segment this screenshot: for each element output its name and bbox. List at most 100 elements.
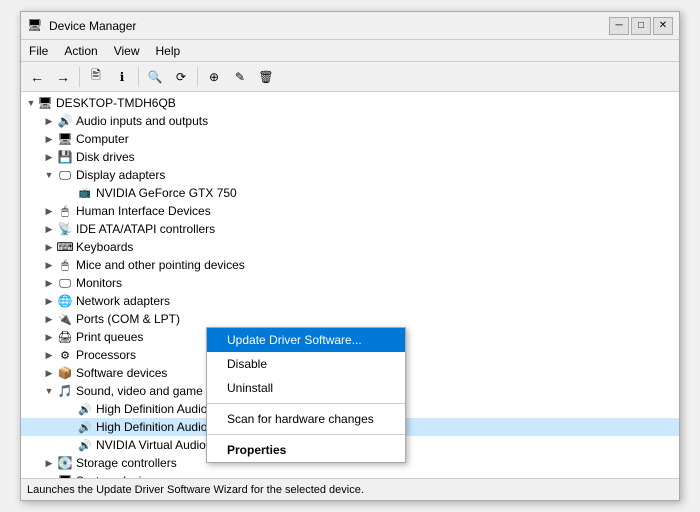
close-button[interactable]: ✕ [653, 17, 673, 35]
tree-item-ports[interactable]: ▶ 🔌 Ports (COM & LPT) [21, 310, 679, 328]
tree-item-monitors[interactable]: ▶ 🖵 Monitors [21, 274, 679, 292]
menu-view[interactable]: View [106, 42, 148, 59]
menu-file[interactable]: File [21, 42, 56, 59]
minimize-button[interactable]: ─ [609, 17, 629, 35]
toolbar-refresh[interactable]: ⟳ [169, 65, 193, 89]
monitors-icon: 🖵 [57, 275, 73, 291]
software-expander[interactable]: ▶ [41, 365, 57, 381]
processors-expander[interactable]: ▶ [41, 347, 57, 363]
tree-item-hid[interactable]: ▶ 🖱 Human Interface Devices [21, 202, 679, 220]
disk-label: Disk drives [76, 150, 135, 164]
root-label: DESKTOP-TMDH6QB [56, 96, 176, 110]
context-menu-uninstall[interactable]: Uninstall [207, 376, 405, 400]
tree-item-nvidia-gtx[interactable]: ▶ 📺 NVIDIA GeForce GTX 750 [21, 184, 679, 202]
tree-item-disk[interactable]: ▶ 💾 Disk drives [21, 148, 679, 166]
monitors-expander[interactable]: ▶ [41, 275, 57, 291]
toolbar-sep2 [138, 67, 139, 87]
monitors-label: Monitors [76, 276, 122, 290]
ide-expander[interactable]: ▶ [41, 221, 57, 237]
toolbar-edit[interactable]: ✎ [228, 65, 252, 89]
toolbar-search[interactable]: 🔍 [143, 65, 167, 89]
print-expander[interactable]: ▶ [41, 329, 57, 345]
device-manager-window: 🖥 Device Manager ─ □ ✕ File Action View … [20, 11, 680, 501]
ide-label: IDE ATA/ATAPI controllers [76, 222, 215, 236]
print-icon: 🖨 [57, 329, 73, 345]
hd-audio-label: High Definition Audio [96, 420, 207, 434]
mice-expander[interactable]: ▶ [41, 257, 57, 273]
system-icon: 🖥 [57, 473, 73, 478]
toolbar: ← → 🖹 ℹ 🔍 ⟳ ⊕ ✎ 🗑 [21, 62, 679, 92]
tree-item-audio-io[interactable]: ▶ 🔊 Audio inputs and outputs [21, 112, 679, 130]
context-menu-properties[interactable]: Properties [207, 438, 405, 462]
disk-expander[interactable]: ▶ [41, 149, 57, 165]
content-area: ▼ 🖥 DESKTOP-TMDH6QB ▶ 🔊 Audio inputs and… [21, 92, 679, 478]
menu-action[interactable]: Action [56, 42, 105, 59]
network-icon: 🌐 [57, 293, 73, 309]
storage-label: Storage controllers [76, 456, 177, 470]
audio-io-icon: 🔊 [57, 113, 73, 129]
network-expander[interactable]: ▶ [41, 293, 57, 309]
sound-expander[interactable]: ▼ [41, 383, 57, 399]
computer-icon: 🖥 [37, 95, 53, 111]
display-icon: 🖵 [57, 167, 73, 183]
network-label: Network adapters [76, 294, 170, 308]
toolbar-properties[interactable]: 🖹 [84, 65, 108, 89]
computer-expander[interactable]: ▶ [41, 131, 57, 147]
title-bar-left: 🖥 Device Manager [27, 18, 136, 34]
storage-expander[interactable]: ▶ [41, 455, 57, 471]
hid-expander[interactable]: ▶ [41, 203, 57, 219]
hd-audio-icon: 🔊 [77, 419, 93, 435]
system-label: System devices [76, 474, 160, 478]
hid-icon: 🖱 [57, 203, 73, 219]
toolbar-forward[interactable]: → [51, 65, 75, 89]
computer-icon2: 🖥 [57, 131, 73, 147]
hd-audio-device-icon: 🔊 [77, 401, 93, 417]
title-bar: 🖥 Device Manager ─ □ ✕ [21, 12, 679, 40]
toolbar-info[interactable]: ℹ [110, 65, 134, 89]
keyboards-icon: ⌨ [57, 239, 73, 255]
tree-item-display[interactable]: ▼ 🖵 Display adapters [21, 166, 679, 184]
disk-icon: 💾 [57, 149, 73, 165]
context-menu-disable[interactable]: Disable [207, 352, 405, 376]
storage-icon: 💽 [57, 455, 73, 471]
tree-root[interactable]: ▼ 🖥 DESKTOP-TMDH6QB [21, 94, 679, 112]
tree-item-network[interactable]: ▶ 🌐 Network adapters [21, 292, 679, 310]
display-label: Display adapters [76, 168, 165, 182]
nvidia-audio-icon: 🔊 [77, 437, 93, 453]
context-menu: Update Driver Software... Disable Uninst… [206, 327, 406, 463]
mice-label: Mice and other pointing devices [76, 258, 245, 272]
computer-label: Computer [76, 132, 129, 146]
tree-item-ide[interactable]: ▶ 📡 IDE ATA/ATAPI controllers [21, 220, 679, 238]
menu-help[interactable]: Help [148, 42, 189, 59]
toolbar-back[interactable]: ← [25, 65, 49, 89]
tree-item-keyboards[interactable]: ▶ ⌨ Keyboards [21, 238, 679, 256]
window-controls: ─ □ ✕ [609, 17, 673, 35]
nvidia-gtx-label: NVIDIA GeForce GTX 750 [96, 186, 237, 200]
software-icon: 📦 [57, 365, 73, 381]
toolbar-sep3 [197, 67, 198, 87]
toolbar-add[interactable]: ⊕ [202, 65, 226, 89]
context-menu-scan[interactable]: Scan for hardware changes [207, 407, 405, 431]
ports-expander[interactable]: ▶ [41, 311, 57, 327]
ports-icon: 🔌 [57, 311, 73, 327]
maximize-button[interactable]: □ [631, 17, 651, 35]
sound-icon: 🎵 [57, 383, 73, 399]
toolbar-remove[interactable]: 🗑 [254, 65, 278, 89]
mice-icon: 🖱 [57, 257, 73, 273]
root-expander[interactable]: ▼ [21, 95, 37, 111]
context-menu-update-driver[interactable]: Update Driver Software... [207, 328, 405, 352]
context-menu-sep2 [207, 434, 405, 435]
tree-item-system[interactable]: ▶ 🖥 System devices [21, 472, 679, 478]
display-expander[interactable]: ▼ [41, 167, 57, 183]
software-label: Software devices [76, 366, 167, 380]
window-title: Device Manager [49, 19, 136, 33]
keyboards-expander[interactable]: ▶ [41, 239, 57, 255]
tree-item-mice[interactable]: ▶ 🖱 Mice and other pointing devices [21, 256, 679, 274]
audio-io-label: Audio inputs and outputs [76, 114, 208, 128]
app-icon: 🖥 [27, 18, 43, 34]
audio-io-expander[interactable]: ▶ [41, 113, 57, 129]
system-expander[interactable]: ▶ [41, 473, 57, 478]
context-menu-sep1 [207, 403, 405, 404]
tree-item-computer[interactable]: ▶ 🖥 Computer [21, 130, 679, 148]
processors-icon: ⚙ [57, 347, 73, 363]
